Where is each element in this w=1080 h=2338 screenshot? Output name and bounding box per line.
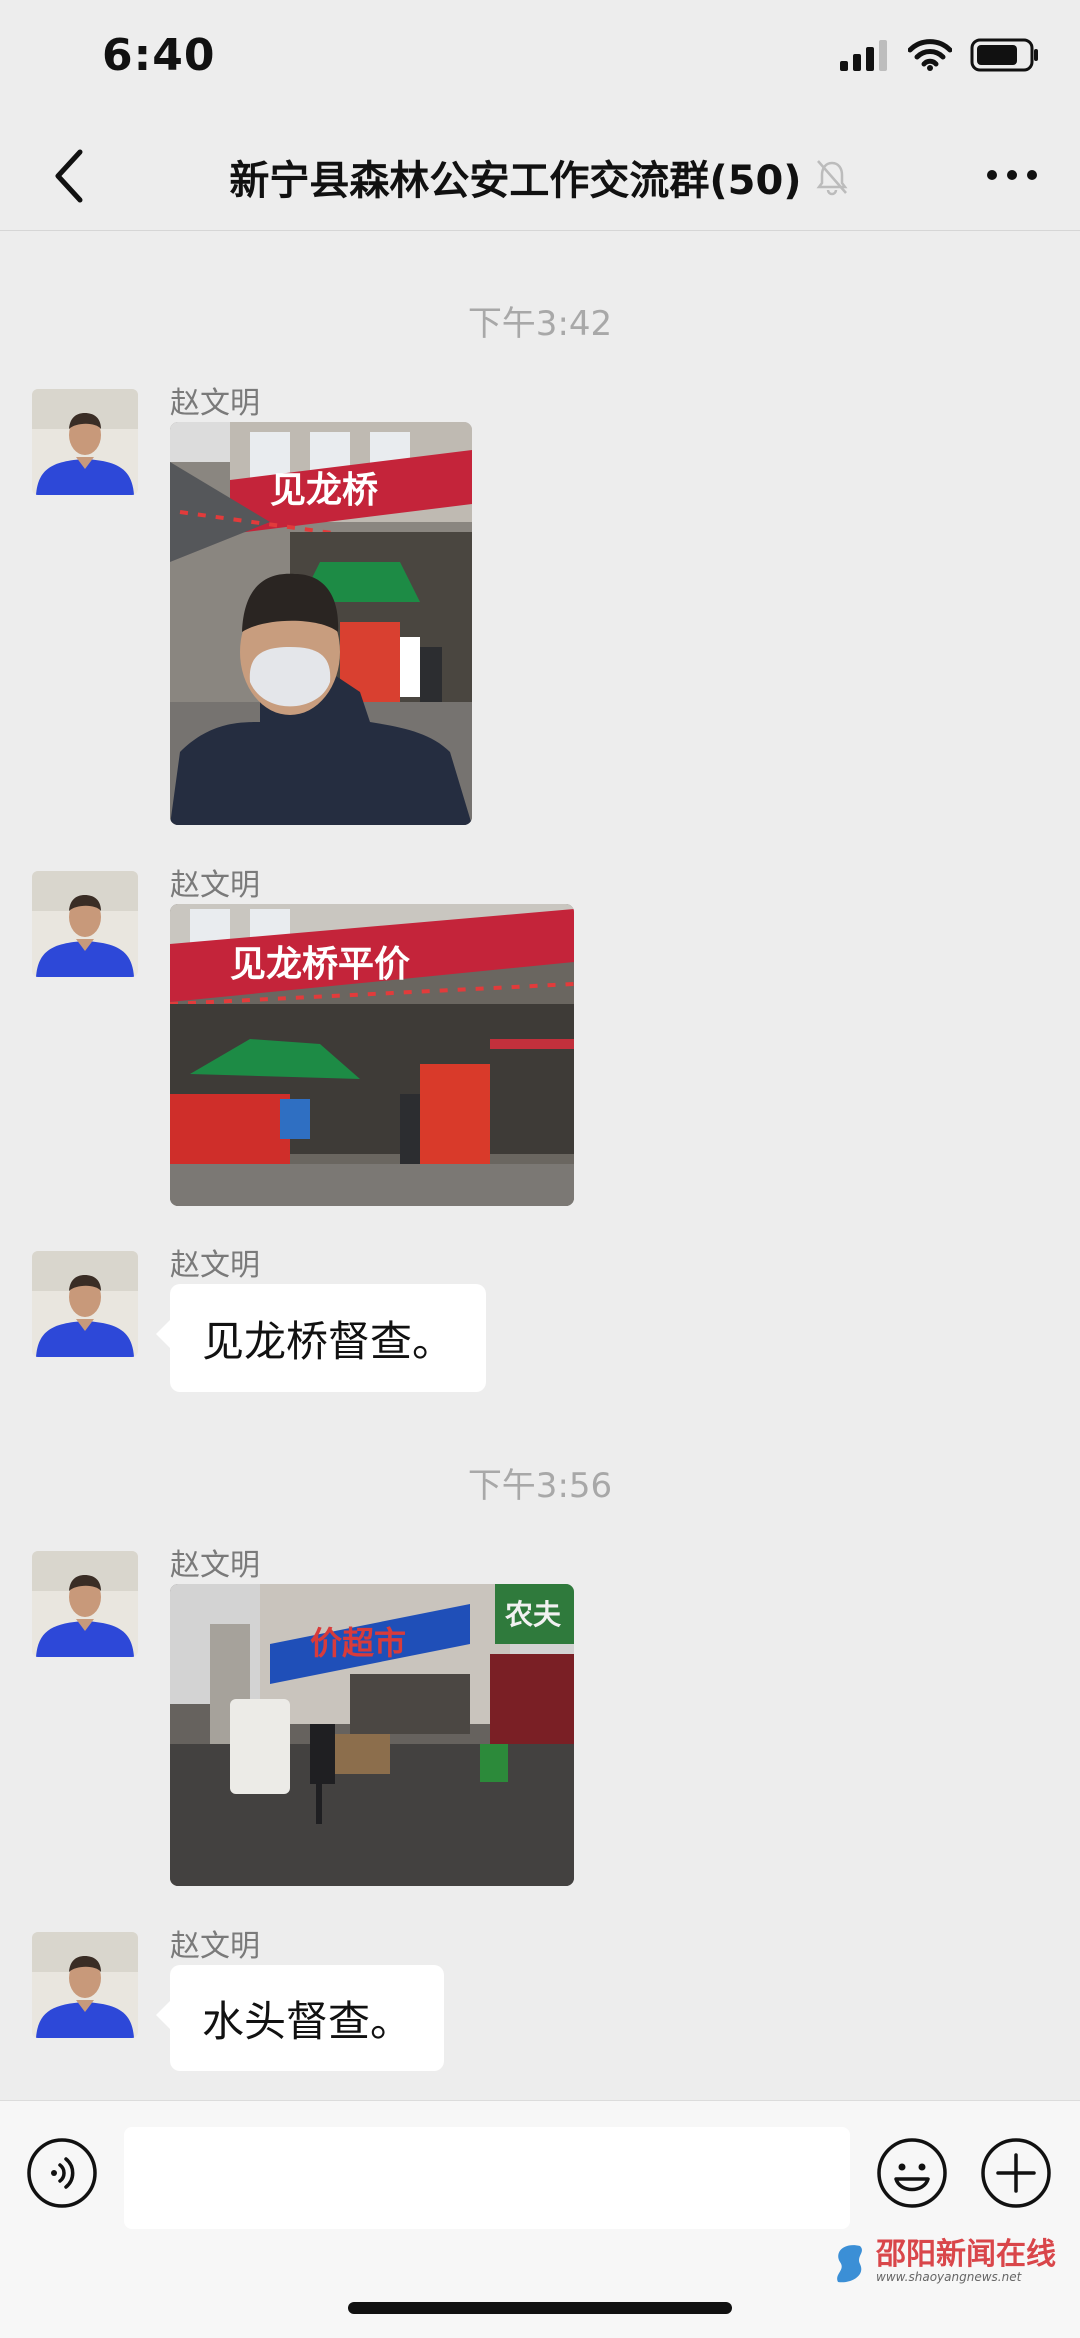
timestamp: 下午3:42	[467, 304, 613, 344]
sender-name: 赵文明	[170, 868, 260, 903]
plus-more-icon[interactable]	[980, 2137, 1052, 2209]
muted-bell-icon	[816, 160, 848, 196]
avatar[interactable]	[32, 1551, 138, 1657]
timestamp: 下午3:56	[467, 1466, 613, 1506]
status-icons	[838, 38, 1040, 72]
message-bubble[interactable]: 水头督查。	[155, 1965, 445, 2071]
status-time: 6:40	[102, 30, 216, 81]
avatar[interactable]	[32, 871, 138, 977]
sender-name: 赵文明	[170, 1929, 260, 1964]
message-input[interactable]	[124, 2127, 850, 2229]
message-image-street[interactable]: 价超市 农夫	[170, 1584, 574, 1886]
status-bar: 6:40	[0, 0, 1080, 120]
avatar[interactable]	[32, 1932, 138, 2038]
chat-header: 新宁县森林公安工作交流群(50)	[0, 120, 1080, 231]
chat-title-wrap: 新宁县森林公安工作交流群(50)	[0, 148, 1080, 206]
message-bubble[interactable]: 见龙桥督查。	[155, 1284, 487, 1392]
chat-title[interactable]: 新宁县森林公安工作交流群(50)	[229, 158, 801, 204]
wifi-icon	[908, 39, 952, 71]
watermark-logo	[837, 2245, 862, 2283]
emoji-icon[interactable]	[876, 2137, 948, 2209]
voice-input-icon[interactable]	[26, 2137, 98, 2209]
supermarket-sign-text: 价超市	[310, 1624, 406, 1662]
sender-name: 赵文明	[170, 1248, 260, 1283]
more-options-icon[interactable]	[984, 160, 1040, 190]
battery-icon	[970, 38, 1038, 72]
watermark: 邵阳新闻在线 www.shaoyangnews.net	[830, 2240, 1056, 2284]
watermark-url: www.shaoyangnews.net	[876, 2270, 1022, 2284]
home-indicator[interactable]	[348, 2302, 732, 2314]
avatar[interactable]	[32, 389, 138, 495]
shop-sign-text: 见龙桥	[270, 470, 378, 511]
sender-name: 赵文明	[170, 1548, 260, 1583]
side-sign-text: 农夫	[504, 1598, 562, 1631]
cellular-signal-icon	[840, 40, 887, 71]
avatar[interactable]	[32, 1251, 138, 1357]
sender-name: 赵文明	[170, 386, 260, 421]
shop-sign-text: 见龙桥平价	[230, 944, 410, 985]
watermark-name: 邵阳新闻在线	[876, 2237, 1056, 2272]
message-image-selfie[interactable]: 见龙桥	[170, 422, 472, 825]
message-image-storefront[interactable]: 见龙桥平价	[170, 904, 574, 1206]
